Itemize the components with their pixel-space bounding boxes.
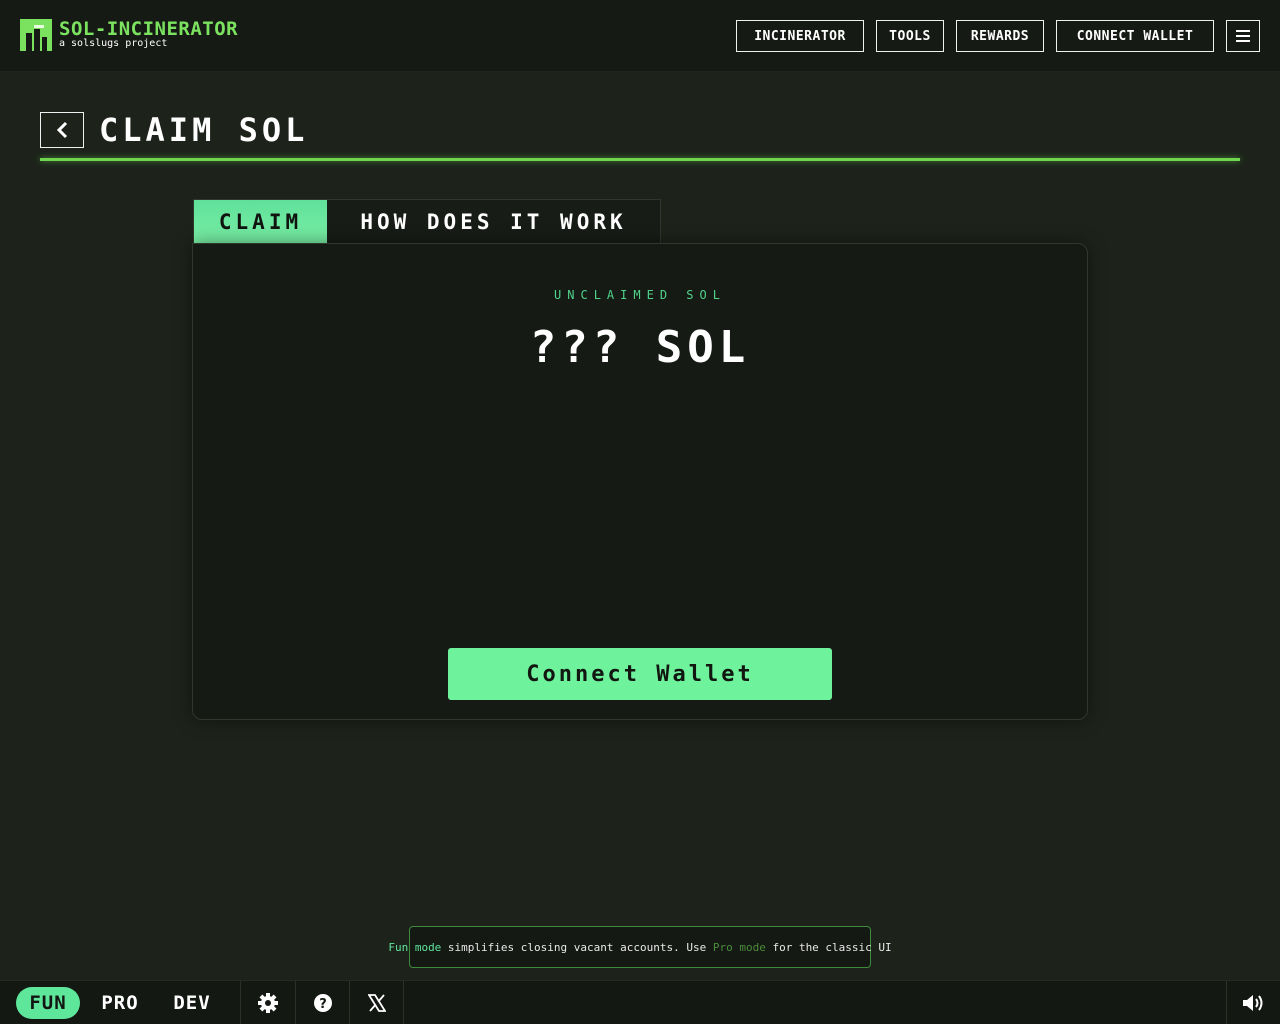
x-social-button[interactable]	[350, 981, 404, 1024]
notice-text-2: for the classic UI	[765, 940, 892, 954]
pro-mode-link[interactable]: Pro mode	[713, 941, 766, 954]
nav-rewards-button[interactable]: REWARDS	[956, 20, 1044, 52]
settings-button[interactable]	[241, 981, 295, 1024]
mode-notice: Fun mode simplifies closing vacant accou…	[388, 926, 892, 968]
menu-button[interactable]	[1226, 20, 1260, 52]
back-button[interactable]	[40, 112, 84, 148]
notice-text-1: simplifies closing vacant accounts. Use	[441, 940, 713, 954]
connect-wallet-button[interactable]: Connect Wallet	[448, 648, 832, 700]
mode-pro-button[interactable]: PRO	[88, 987, 152, 1019]
footer-divider	[403, 981, 404, 1024]
sound-toggle-button[interactable]	[1227, 981, 1280, 1024]
svg-text:?: ?	[319, 997, 327, 1012]
bottom-bar: FUN PRO DEV ?	[0, 980, 1280, 1024]
brand-subtitle: a solslugs project	[59, 38, 168, 49]
tab-claim[interactable]: CLAIM	[194, 200, 327, 243]
claim-card: UNCLAIMED SOL ??? SOL Connect Wallet	[192, 243, 1088, 720]
page-title: CLAIM SOL	[99, 111, 309, 149]
mode-dev-button[interactable]: DEV	[160, 987, 224, 1019]
help-icon: ?	[314, 994, 332, 1012]
mode-fun-button[interactable]: FUN	[16, 987, 80, 1019]
unclaimed-sol-value: ??? SOL	[529, 322, 751, 373]
connect-wallet-nav-button[interactable]: CONNECT WALLET	[1056, 20, 1214, 52]
fun-mode-link[interactable]: Fun mode	[388, 941, 441, 954]
tab-bar: CLAIM HOW DOES IT WORK	[193, 199, 661, 243]
nav-tools-button[interactable]: TOOLS	[876, 20, 944, 52]
nav-incinerator-button[interactable]: INCINERATOR	[736, 20, 864, 52]
gear-icon	[258, 993, 278, 1013]
hamburger-icon	[1236, 30, 1250, 42]
brand-title[interactable]: SOL-INCINERATOR	[59, 19, 238, 39]
top-header: SOL-INCINERATOR a solslugs project INCIN…	[0, 0, 1280, 72]
x-icon	[368, 994, 386, 1012]
tab-how-does-it-work[interactable]: HOW DOES IT WORK	[327, 200, 660, 243]
speaker-icon	[1242, 995, 1262, 1011]
unclaimed-sol-label: UNCLAIMED SOL	[554, 288, 726, 302]
logo-icon[interactable]	[20, 19, 52, 51]
title-divider	[40, 158, 1240, 161]
chevron-left-icon	[56, 121, 68, 139]
help-button[interactable]: ?	[296, 981, 350, 1024]
